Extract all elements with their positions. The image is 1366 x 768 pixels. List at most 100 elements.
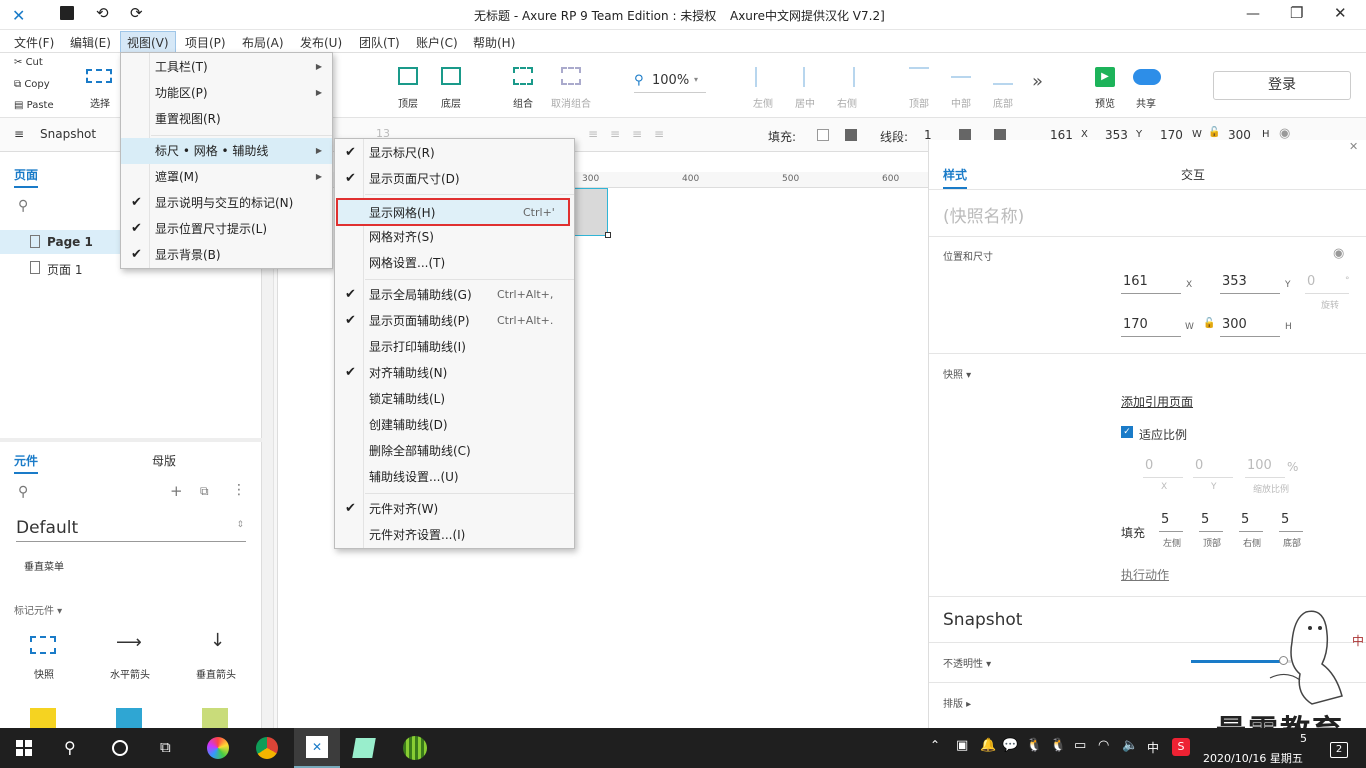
copy-button[interactable]: ⧉ Copy <box>14 79 50 90</box>
app-melon-icon[interactable] <box>403 736 427 760</box>
widgets-search-icon[interactable]: ⚲ <box>18 484 28 500</box>
aspect-lock-icon[interactable]: 🔓 <box>1203 318 1215 329</box>
more-tools-icon[interactable]: » <box>1032 71 1043 92</box>
app-notepad-icon[interactable] <box>352 738 376 758</box>
text-justify-icon[interactable]: ≡ <box>654 127 664 141</box>
menu-item-show-print-guides[interactable]: 显示打印辅助线(I) <box>335 334 574 360</box>
x-input[interactable]: 161 <box>1121 272 1181 294</box>
menu-item-show-background[interactable]: ✔ 显示背景(B) <box>121 242 332 268</box>
menu-item-snap-to-grid[interactable]: 网格对齐(S) <box>335 224 574 250</box>
action-center-icon[interactable]: 2 <box>1330 742 1348 758</box>
pages-search-icon[interactable]: ⚲ <box>18 198 28 214</box>
app-color-wheel-icon[interactable] <box>207 737 229 759</box>
taskbar-search-icon[interactable]: ⚲ <box>64 738 76 757</box>
add-library-icon[interactable]: + <box>170 482 183 500</box>
align-center-button[interactable]: 居中 <box>783 65 827 111</box>
y-input[interactable]: 353 <box>1220 272 1280 294</box>
minimize-icon[interactable]: — <box>1246 6 1260 22</box>
sticky-note-green[interactable] <box>202 708 228 728</box>
axure-logo-icon[interactable]: ✕ <box>12 6 25 25</box>
library-more-icon[interactable]: ⋮ <box>232 482 246 498</box>
tab-style[interactable]: 样式 <box>943 166 968 189</box>
offset-x-input[interactable]: 0 <box>1143 456 1183 478</box>
sticky-note-yellow[interactable] <box>30 708 56 728</box>
menu-edit[interactable]: 编辑(E) <box>70 34 111 51</box>
tray-app-icon[interactable]: ▣ <box>956 738 968 753</box>
align-left-button[interactable]: 左侧 <box>741 65 785 111</box>
padding-top-input[interactable]: 5 <box>1199 510 1223 532</box>
close-icon[interactable]: ✕ <box>1334 4 1347 22</box>
menu-item-delete-all-guides[interactable]: 删除全部辅助线(C) <box>335 438 574 464</box>
send-to-back-button[interactable]: 底层 <box>429 65 473 111</box>
lock-icon[interactable]: 🔓 <box>1208 127 1220 138</box>
menu-item-show-global-guides[interactable]: ✔ 显示全局辅助线(G) Ctrl+Alt+, <box>335 282 574 308</box>
bring-to-front-button[interactable]: 顶层 <box>386 65 430 111</box>
menu-team[interactable]: 团队(T) <box>359 34 400 51</box>
menu-account[interactable]: 账户(C) <box>416 34 458 51</box>
align-right-button[interactable]: 右侧 <box>825 65 869 111</box>
menu-view[interactable]: 视图(V) <box>120 31 176 54</box>
tab-widgets[interactable]: 元件 <box>14 452 39 474</box>
menu-help[interactable]: 帮助(H) <box>473 34 515 51</box>
cut-button[interactable]: ✂ Cut <box>14 57 43 68</box>
undo-icon[interactable]: ⟲ <box>96 4 109 22</box>
width-input[interactable]: 170 <box>1121 315 1181 337</box>
ungroup-button[interactable]: 取消组合 <box>549 65 593 111</box>
text-align-right-icon[interactable]: ≡ <box>632 127 642 141</box>
panel-close-icon[interactable]: ✕ <box>1349 140 1358 153</box>
tray-ime-label[interactable]: 中 <box>1147 739 1159 756</box>
menu-item-widget-snap-settings[interactable]: 元件对齐设置...(I) <box>335 522 574 548</box>
tray-datetime[interactable]: 2020/10/16 星期五 <box>1203 750 1303 766</box>
opacity-label[interactable]: 不透明性 ▾ <box>943 655 991 670</box>
padding-right-input[interactable]: 5 <box>1239 510 1263 532</box>
text-align-center-icon[interactable]: ≡ <box>610 127 620 141</box>
select-mode-button[interactable]: 选择 <box>82 67 118 113</box>
tab-pages[interactable]: 页面 <box>14 166 39 188</box>
menu-item-show-notes-markers[interactable]: ✔ 显示说明与交互的标记(N) <box>121 190 332 216</box>
layout-label[interactable]: 排版 ▸ <box>943 695 971 710</box>
add-reference-page-link[interactable]: 添加引用页面 <box>1121 393 1193 410</box>
library-select[interactable]: Default ⇕ <box>16 516 246 542</box>
height-input[interactable]: 300 <box>1220 315 1280 337</box>
widget-vertical-arrow[interactable]: ↓ 垂直箭头 <box>186 630 246 681</box>
login-button[interactable]: 登录 <box>1213 71 1351 100</box>
menu-publish[interactable]: 发布(U) <box>300 34 342 51</box>
fit-ratio-checkbox[interactable]: ✓ <box>1121 426 1133 438</box>
offset-y-input[interactable]: 0 <box>1193 456 1233 478</box>
scale-input[interactable]: 100 <box>1245 456 1285 478</box>
panel-divider[interactable] <box>0 438 262 442</box>
menu-item-show-page-size[interactable]: ✔ 显示页面尺寸(D) <box>335 166 574 192</box>
menu-item-toolbars[interactable]: 工具栏(T) ▶ <box>121 54 332 80</box>
menu-item-show-grid[interactable]: 显示网格(H) Ctrl+' <box>336 198 570 226</box>
save-icon[interactable] <box>60 6 74 20</box>
menu-item-masks[interactable]: 遮罩(M) ▶ <box>121 164 332 190</box>
rotation-input[interactable]: 0 <box>1305 272 1349 294</box>
sticky-note-blue[interactable] <box>116 708 142 728</box>
markup-section-label[interactable]: 标记元件 ▾ <box>14 602 62 617</box>
cortana-icon[interactable] <box>112 740 128 756</box>
fill-color-swatch[interactable] <box>817 129 829 141</box>
library-copy-icon[interactable]: ⧉ <box>200 484 209 499</box>
menu-item-show-position-hints[interactable]: ✔ 显示位置尺寸提示(L) <box>121 216 332 242</box>
tray-up-arrow-icon[interactable]: ⌃ <box>930 738 940 752</box>
menu-project[interactable]: 项目(P) <box>185 34 226 51</box>
menu-item-grid-settings[interactable]: 网格设置...(T) <box>335 250 574 276</box>
visibility-eye-icon[interactable]: ◉ <box>1333 246 1344 261</box>
resize-handle[interactable] <box>605 232 611 238</box>
windows-start-icon[interactable] <box>16 740 32 756</box>
tray-wechat-icon[interactable]: 💬 <box>1002 738 1018 753</box>
eye-icon[interactable]: ◉ <box>1279 126 1290 141</box>
chrome-icon[interactable] <box>256 737 278 759</box>
padding-bottom-input[interactable]: 5 <box>1279 510 1303 532</box>
selected-snapshot-widget[interactable] <box>574 188 608 236</box>
fill-color-dark-swatch[interactable] <box>845 129 857 141</box>
preview-button[interactable]: ▶ 预览 <box>1083 65 1127 111</box>
tray-sogou-icon[interactable]: S <box>1172 738 1190 756</box>
padding-left-input[interactable]: 5 <box>1159 510 1183 532</box>
share-button[interactable]: 共享 <box>1124 65 1168 111</box>
align-middle-button[interactable]: 中部 <box>939 65 983 111</box>
tray-qq2-icon[interactable]: 🐧 <box>1050 738 1066 753</box>
redo-icon[interactable]: ⟳ <box>130 4 143 22</box>
align-top-button[interactable]: 顶部 <box>897 65 941 111</box>
menu-item-reset-view[interactable]: 重置视图(R) <box>121 106 332 132</box>
